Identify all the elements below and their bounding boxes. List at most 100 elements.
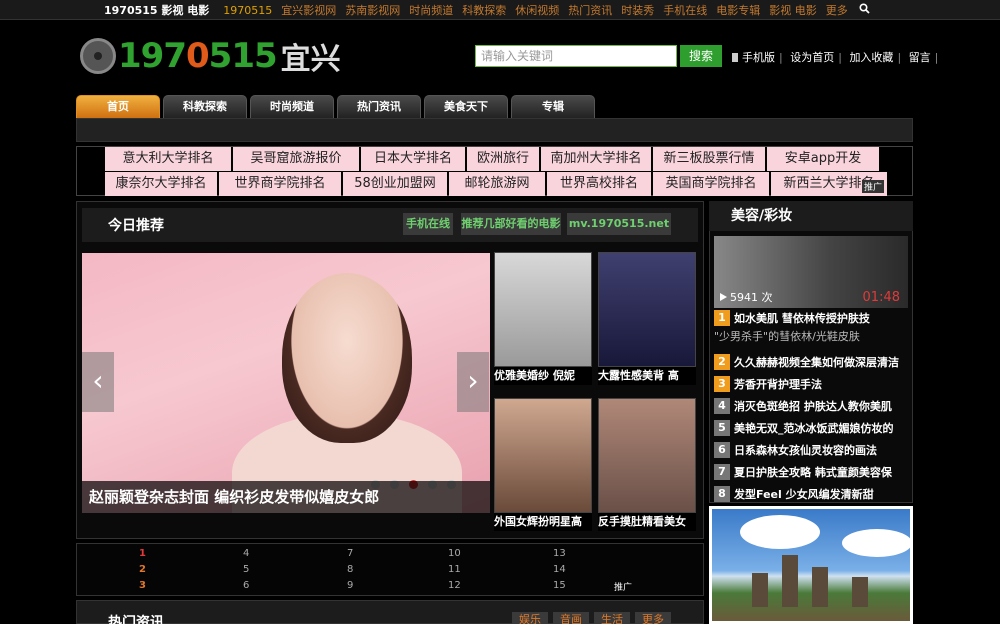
film-reel-icon — [80, 38, 116, 74]
thumb-caption[interactable]: 大露性感美背 高 — [598, 367, 696, 385]
page-number[interactable]: 13 — [553, 548, 566, 559]
today-pill-site[interactable]: mv.1970515.net — [567, 213, 671, 235]
page-number[interactable]: 12 — [448, 580, 461, 591]
page-number[interactable]: 2 — [139, 564, 146, 575]
site-brand[interactable]: 1970515 影视 电影 — [104, 2, 209, 18]
tab-hot-news[interactable]: 热门资讯 — [337, 95, 421, 118]
thumb-card[interactable]: 大露性感美背 高 — [598, 252, 696, 385]
keyword-link[interactable]: 邮轮旅游网 — [449, 172, 545, 196]
featured-video[interactable]: 5941 次 01:48 — [714, 236, 908, 308]
set-homepage-link[interactable]: 设为首页 — [790, 51, 834, 64]
rank-title[interactable]: 美艳无双_范冰冰饭武媚娘仿妆的 — [734, 420, 894, 436]
rank-title[interactable]: 夏日护肤全攻略 韩式童颜美容保 — [734, 464, 892, 480]
nav-link[interactable]: 苏南影视网 — [345, 2, 400, 18]
page-number[interactable]: 5 — [243, 564, 249, 575]
add-favorite-link[interactable]: 加入收藏 — [849, 51, 893, 64]
rank-item[interactable]: 7 夏日护肤全攻略 韩式童颜美容保 — [714, 462, 908, 481]
rank-title[interactable]: 消灭色斑绝招 护肤达人教你美肌 — [734, 398, 892, 414]
travel-ad-image[interactable] — [709, 506, 913, 624]
page-number[interactable]: 15 — [553, 580, 566, 591]
nav-link[interactable]: 时装秀 — [621, 2, 654, 18]
keyword-link[interactable]: 日本大学排名 — [361, 147, 465, 171]
nav-link[interactable]: 科教探索 — [462, 2, 506, 18]
rank-item[interactable]: 3 芳香开背护理手法 — [714, 374, 908, 393]
page-number[interactable]: 1 — [139, 548, 146, 559]
keyword-link[interactable]: 南加州大学排名 — [541, 147, 651, 171]
keyword-link[interactable]: 安卓app开发 — [767, 147, 879, 171]
tab-album[interactable]: 专辑 — [511, 95, 595, 118]
keyword-link[interactable]: 英国商学院排名 — [653, 172, 769, 196]
page-number[interactable]: 10 — [448, 548, 461, 559]
hot-pill[interactable]: 音画 — [553, 612, 589, 624]
nav-link[interactable]: 休闲视频 — [515, 2, 559, 18]
page-number[interactable]: 9 — [347, 580, 353, 591]
temple-shape — [852, 577, 868, 607]
keyword-link[interactable]: 世界高校排名 — [547, 172, 651, 196]
main-tabs: 首页 科教探索 时尚频道 热门资讯 美食天下 专辑 — [76, 95, 598, 118]
rank-title[interactable]: 久久赫赫视频全集如何做深层清洁 — [734, 354, 899, 370]
thumb-caption[interactable]: 反手摸肚精看美女 — [598, 513, 696, 531]
rank-subtitle[interactable]: "少男杀手"的彗依林/光鞋皮肤 — [714, 328, 860, 344]
tab-science[interactable]: 科教探索 — [163, 95, 247, 118]
rank-title[interactable]: 日系森林女孩仙灵妆容的画法 — [734, 442, 877, 458]
tab-fashion[interactable]: 时尚频道 — [250, 95, 334, 118]
keyword-link[interactable]: 意大利大学排名 — [105, 147, 231, 171]
nav-link[interactable]: 时尚频道 — [409, 2, 453, 18]
nav-link-more[interactable]: 更多 — [826, 2, 848, 18]
rank-item[interactable]: 6 日系森林女孩仙灵妆容的画法 — [714, 440, 908, 459]
thumb-card[interactable]: 外国女辉扮明星高 — [494, 398, 592, 531]
today-pill-movies[interactable]: 推荐几部好看的电影 — [461, 213, 561, 235]
guestbook-link[interactable]: 留言 — [909, 51, 931, 64]
hot-pill-more[interactable]: 更多 — [635, 612, 671, 624]
hero-image-portrait — [282, 273, 412, 443]
nav-link[interactable]: 手机在线 — [663, 2, 707, 18]
rank-title[interactable]: 发型Feel 少女风编发清新甜 — [734, 486, 874, 502]
thumb-image — [494, 252, 592, 367]
rank-title[interactable]: 如水美肌 彗依林传授护肤技 — [734, 310, 870, 326]
nav-link[interactable]: 宜兴影视网 — [281, 2, 336, 18]
nav-link-home[interactable]: 1970515 — [223, 4, 272, 17]
page-number[interactable]: 8 — [347, 564, 353, 575]
today-pill-mobile[interactable]: 手机在线 — [403, 213, 453, 235]
cloud-shape — [842, 529, 910, 557]
page-number[interactable]: 14 — [553, 564, 566, 575]
nav-link[interactable]: 热门资讯 — [568, 2, 612, 18]
mobile-link[interactable]: 手机版 — [742, 51, 775, 64]
page-number[interactable]: 6 — [243, 580, 249, 591]
rank-item[interactable]: 8 发型Feel 少女风编发清新甜 — [714, 484, 908, 503]
search-input[interactable]: 请输入关键词 — [475, 45, 677, 67]
prev-slide-arrow[interactable]: ‹ — [82, 352, 114, 412]
search-icon[interactable] — [859, 3, 870, 17]
page-number[interactable]: 11 — [448, 564, 461, 575]
page-number[interactable]: 4 — [243, 548, 249, 559]
keyword-link[interactable]: 新三板股票行情 — [653, 147, 765, 171]
thumb-card[interactable]: 优雅美婚纱 倪妮 — [494, 252, 592, 385]
rank-item[interactable]: 1 如水美肌 彗依林传授护肤技 — [714, 308, 908, 327]
hero-slideshow[interactable]: ‹ › 赵丽颖登杂志封面 编织衫皮发带似嬉皮女郎 — [82, 253, 490, 513]
rank-item[interactable]: 2 久久赫赫视频全集如何做深层清洁 — [714, 352, 908, 371]
nav-link[interactable]: 电影专辑 — [716, 2, 760, 18]
keyword-link[interactable]: 吴哥窟旅游报价 — [233, 147, 359, 171]
mobile-icon — [732, 53, 738, 62]
page-number[interactable]: 7 — [347, 548, 353, 559]
keyword-link[interactable]: 58创业加盟网 — [343, 172, 447, 196]
site-logo[interactable]: 1970515 宜兴 — [80, 34, 341, 78]
hero-caption[interactable]: 赵丽颖登杂志封面 编织衫皮发带似嬉皮女郎 — [82, 481, 490, 513]
thumb-caption[interactable]: 外国女辉扮明星高 — [494, 513, 592, 531]
tab-food[interactable]: 美食天下 — [424, 95, 508, 118]
rank-title[interactable]: 芳香开背护理手法 — [734, 376, 822, 392]
hot-pill[interactable]: 生活 — [594, 612, 630, 624]
rank-item[interactable]: 5 美艳无双_范冰冰饭武媚娘仿妆的 — [714, 418, 908, 437]
nav-link[interactable]: 影视 电影 — [769, 2, 817, 18]
search-button[interactable]: 搜索 — [680, 45, 722, 67]
thumb-caption[interactable]: 优雅美婚纱 倪妮 — [494, 367, 592, 385]
thumb-card[interactable]: 反手摸肚精看美女 — [598, 398, 696, 531]
hot-pill[interactable]: 娱乐 — [512, 612, 548, 624]
keyword-link[interactable]: 康奈尔大学排名 — [105, 172, 217, 196]
next-slide-arrow[interactable]: › — [457, 352, 489, 412]
rank-item[interactable]: 4 消灭色斑绝招 护肤达人教你美肌 — [714, 396, 908, 415]
keyword-link[interactable]: 世界商学院排名 — [219, 172, 341, 196]
tab-home[interactable]: 首页 — [76, 95, 160, 118]
page-number[interactable]: 3 — [139, 580, 146, 591]
keyword-link[interactable]: 欧洲旅行 — [467, 147, 539, 171]
